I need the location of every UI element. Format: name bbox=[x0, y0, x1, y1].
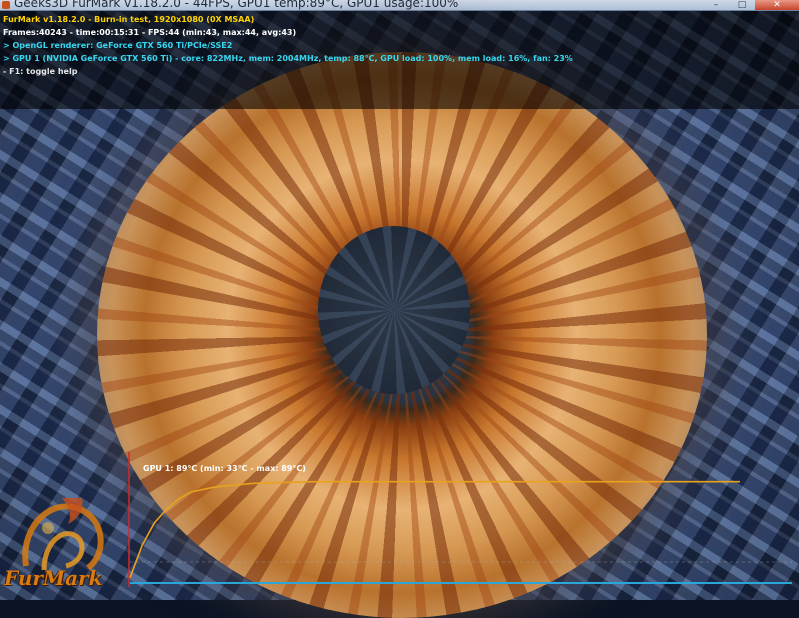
osd-gpu-line: > GPU 1 (NVIDIA GeForce GTX 560 Ti) - co… bbox=[3, 54, 573, 63]
graph-label: GPU 1: 89°C (min: 33°C - max: 89°C) bbox=[143, 464, 306, 473]
window-controls: – □ ✕ bbox=[703, 0, 799, 10]
osd-title-line: FurMark v1.18.2.0 - Burn-in test, 1920x1… bbox=[3, 15, 255, 24]
osd-panel: FurMark v1.18.2.0 - Burn-in test, 1920x1… bbox=[3, 13, 796, 78]
furmark-logo-text: FurMark bbox=[4, 566, 103, 590]
minimize-icon[interactable]: – bbox=[703, 0, 729, 10]
osd-frames-line: Frames:40243 - time:00:15:31 - FPS:44 (m… bbox=[3, 28, 297, 37]
osd-renderer-line: > OpenGL renderer: GeForce GTX 560 Ti/PC… bbox=[3, 41, 233, 50]
window-title: Geeks3D FurMark v1.18.2.0 - 44FPS, GPU1 … bbox=[14, 0, 459, 10]
window-title-bar[interactable]: Geeks3D FurMark v1.18.2.0 - 44FPS, GPU1 … bbox=[0, 0, 799, 11]
furmark-app-icon bbox=[2, 1, 10, 9]
eye-pupil-render bbox=[318, 226, 470, 394]
temperature-graph bbox=[128, 452, 792, 587]
osd-help-line: - F1: toggle help bbox=[3, 67, 78, 76]
close-icon[interactable]: ✕ bbox=[755, 0, 799, 10]
temperature-curve bbox=[129, 480, 740, 579]
maximize-icon[interactable]: □ bbox=[729, 0, 755, 10]
